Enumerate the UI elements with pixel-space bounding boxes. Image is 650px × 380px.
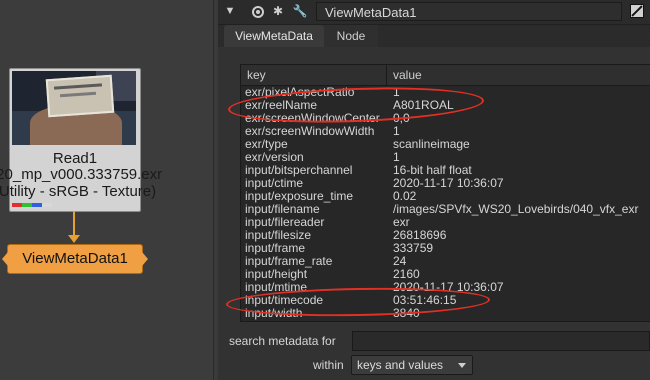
table-row[interactable]: exr/version 1 <box>241 151 650 164</box>
read-node[interactable]: Read1 020_mp_v000.333759.exr (Utility - … <box>0 68 162 212</box>
row-value: 16-bit half float <box>393 164 472 177</box>
chevron-down-icon <box>458 363 466 368</box>
within-row: within keys and values <box>218 354 650 376</box>
panel-divider[interactable] <box>213 0 214 380</box>
row-value: 1 <box>393 125 400 138</box>
table-row[interactable]: input/frame_rate 24 <box>241 255 650 268</box>
row-key: input/height <box>245 268 308 281</box>
search-row: search metadata for <box>218 330 650 352</box>
row-value: scanlineimage <box>393 138 470 151</box>
within-selected-value: keys and values <box>357 358 444 372</box>
center-node-icon[interactable] <box>248 3 266 19</box>
node-name-field[interactable]: ViewMetaData1 <box>316 2 622 21</box>
read-node-filename: 020_mp_v000.333759.exr <box>0 166 163 183</box>
search-label: search metadata for <box>229 334 336 348</box>
within-dropdown[interactable]: keys and values <box>351 355 473 375</box>
row-key: input/bitsperchannel <box>245 164 353 177</box>
wrench-icon[interactable]: 🔧 <box>292 3 308 19</box>
row-value: /images/SPVfx_WS20_Lovebirds/040_vfx_exr <box>393 203 639 216</box>
row-value: 2020-11-17 10:36:07 <box>393 177 504 190</box>
row-key: input/frame <box>245 242 306 255</box>
tab-bar: ViewMetaData Node <box>218 25 650 47</box>
row-key: input/exposure_time <box>245 190 354 203</box>
table-row[interactable]: input/bitsperchannel 16-bit half float <box>241 164 650 177</box>
row-key: input/filename <box>245 203 320 216</box>
row-key: input/filereader <box>245 216 325 229</box>
row-key: input/filesize <box>245 229 312 242</box>
tab-node[interactable]: Node <box>324 25 378 47</box>
table-row[interactable]: input/filename/images/SPVfx_WS20_Lovebir… <box>241 203 650 216</box>
row-value: 2160 <box>393 268 420 281</box>
row-key: exr/screenWindowWidth <box>245 125 375 138</box>
channel-swatch-cell <box>22 203 32 207</box>
row-key: input/frame_rate <box>245 255 333 268</box>
row-key: input/ctime <box>245 177 304 190</box>
table-row[interactable]: input/height 2160 <box>241 268 650 281</box>
table-row[interactable]: exr/screenWindowWidth 1 <box>241 125 650 138</box>
connection-arrow-icon <box>68 235 80 243</box>
channel-swatch-cell <box>12 203 22 207</box>
properties-panel: ▼ ✱ 🔧 ViewMetaData1 ViewMetaData Node ke… <box>218 0 650 380</box>
row-key: exr/type <box>245 138 288 151</box>
table-row[interactable]: input/ctime 2020-11-17 10:36:07 <box>241 177 650 190</box>
read-node-colorspace: (Utility - sRGB - Texture) <box>0 183 157 200</box>
channel-swatch-cell <box>32 203 42 207</box>
table-row[interactable]: input/exposure_time 0.02 <box>241 190 650 203</box>
panel-header: ▼ ✱ 🔧 ViewMetaData1 <box>218 0 650 25</box>
table-row[interactable]: input/filesize 26818696 <box>241 229 650 242</box>
viewmetadata-node-label: ViewMetaData1 <box>22 250 128 267</box>
column-header-key[interactable]: key <box>241 65 387 85</box>
row-value: 1 <box>393 151 400 164</box>
collapse-arrow-icon[interactable]: ▼ <box>222 3 238 19</box>
row-key: exr/version <box>245 151 304 164</box>
channel-swatch <box>12 203 52 207</box>
row-value: 24 <box>393 255 407 268</box>
plugin-icon[interactable]: ✱ <box>270 3 286 19</box>
column-header-value[interactable]: value <box>387 65 650 85</box>
search-input[interactable] <box>352 331 650 351</box>
read-node-thumbnail <box>12 71 136 145</box>
row-value: 0.02 <box>393 190 417 203</box>
channel-swatch-cell <box>42 203 52 207</box>
table-row[interactable]: input/frame 333759 <box>241 242 650 255</box>
node-graph[interactable]: Read1 020_mp_v000.333759.exr (Utility - … <box>0 0 213 380</box>
table-row[interactable]: input/filereader exr <box>241 216 650 229</box>
table-row[interactable]: exr/type scanlineimage <box>241 138 650 151</box>
tab-viewmetadata[interactable]: ViewMetaData <box>224 25 324 47</box>
row-value: exr <box>393 216 410 229</box>
row-value: 333759 <box>393 242 434 255</box>
table-header: key value <box>241 65 650 86</box>
row-value: 26818696 <box>393 229 447 242</box>
float-panel-icon[interactable] <box>630 4 644 18</box>
read-node-title: Read1 <box>52 150 98 167</box>
within-label: within <box>313 358 344 372</box>
viewmetadata-node[interactable]: ViewMetaData1 <box>2 244 148 274</box>
